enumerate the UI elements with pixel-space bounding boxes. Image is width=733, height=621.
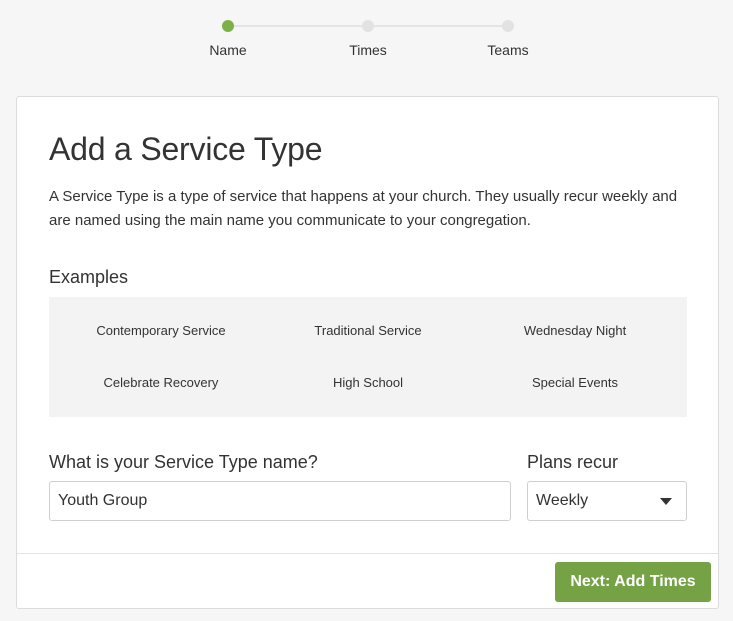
step-dot-times <box>362 20 374 32</box>
step-label-teams: Teams <box>487 42 529 58</box>
step-dot-teams <box>502 20 514 32</box>
example-item: Special Events <box>532 375 618 390</box>
stepper-line <box>228 25 368 27</box>
stepper-line <box>368 25 508 27</box>
step-label-name: Name <box>209 42 247 58</box>
example-item: High School <box>332 375 404 390</box>
service-type-form-card: Add a Service Type A Service Type is a t… <box>16 96 719 609</box>
progress-stepper: Name Times Teams <box>0 0 733 80</box>
service-type-name-input[interactable] <box>49 481 511 521</box>
example-item: Wednesday Night <box>523 323 627 338</box>
plans-recur-label: Plans recur <box>527 452 619 472</box>
plans-recur-value: Weekly <box>536 492 589 509</box>
step-dot-name <box>222 20 234 32</box>
examples-heading: Examples <box>49 267 129 287</box>
next-add-times-button[interactable]: Next: Add Times <box>555 562 711 602</box>
step-label-times: Times <box>349 42 387 58</box>
page-title: Add a Service Type <box>49 131 323 167</box>
example-item: Contemporary Service <box>96 323 226 338</box>
example-item: Traditional Service <box>314 323 422 338</box>
intro-text: A Service Type is a type of service that… <box>49 188 678 229</box>
plans-recur-select[interactable]: Weekly <box>527 481 687 521</box>
caret-down-icon <box>660 498 672 505</box>
service-type-name-label: What is your Service Type name? <box>49 452 318 472</box>
examples-box: Contemporary Service Traditional Service… <box>49 297 687 417</box>
example-item: Celebrate Recovery <box>103 375 219 390</box>
footer-divider <box>17 553 718 554</box>
